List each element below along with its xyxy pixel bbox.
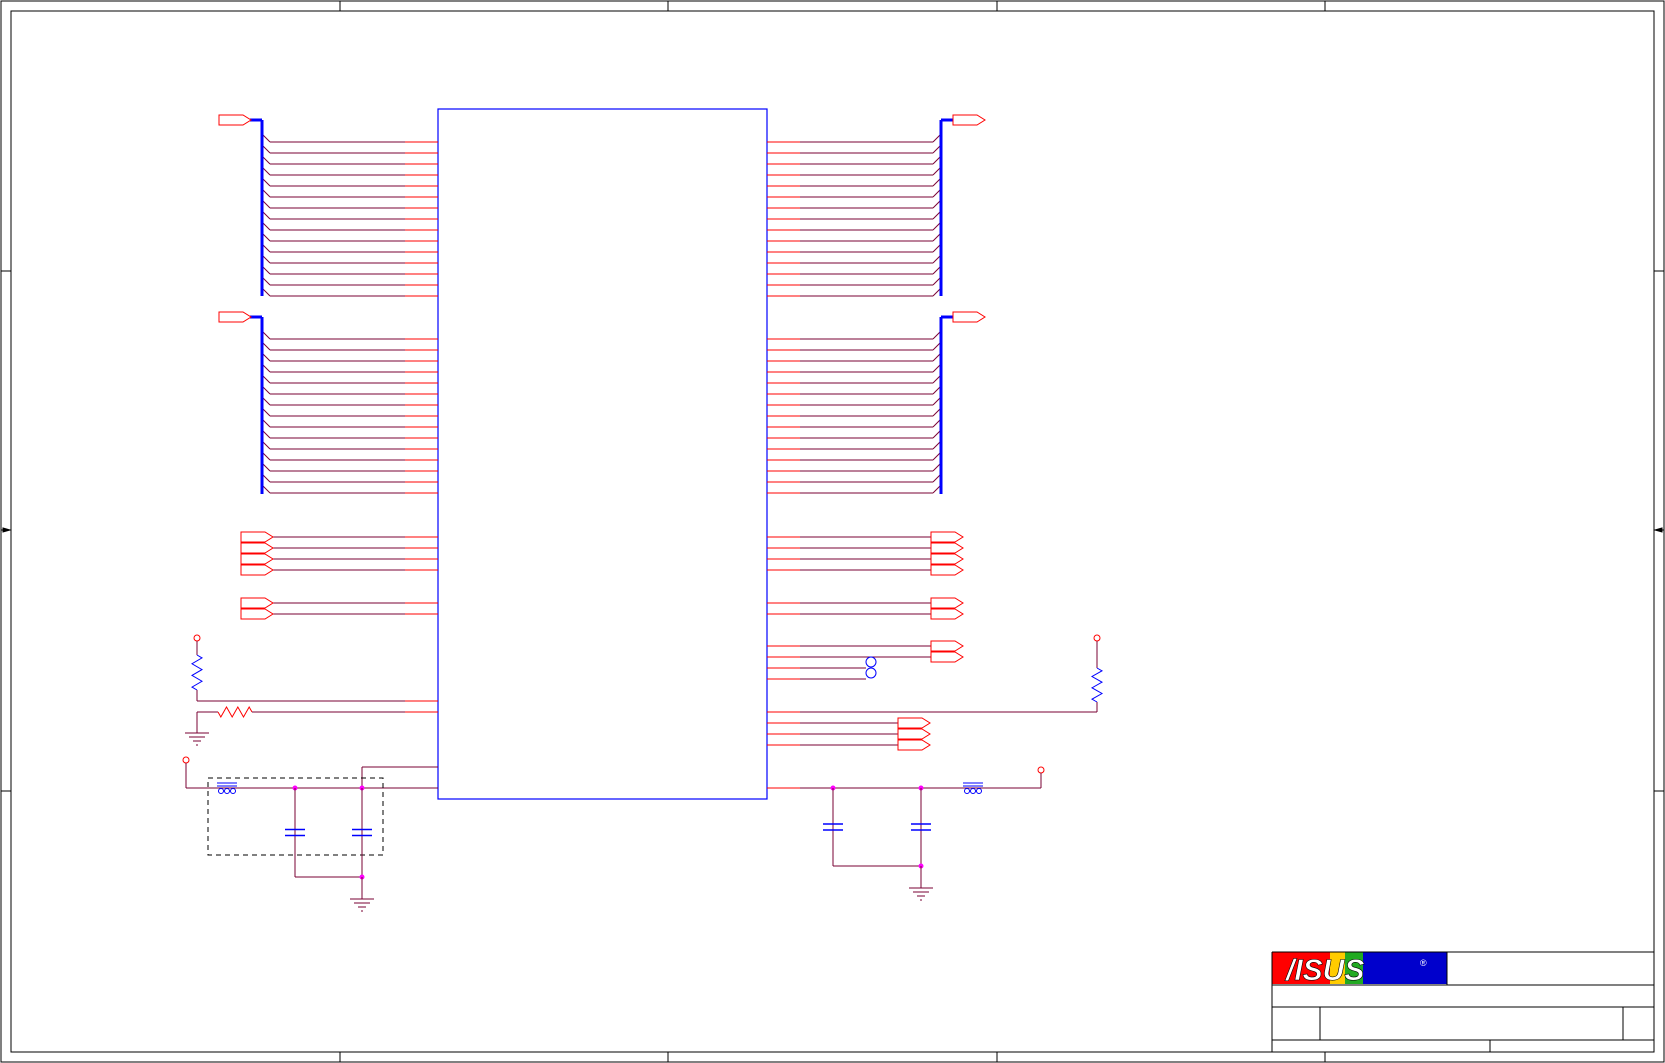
offpage-connector-icon (218, 114, 252, 126)
passive-components (182, 634, 1104, 912)
power-pin-icon (1093, 634, 1101, 642)
offpage-connector-icon (240, 553, 274, 565)
power-pin-icon (182, 756, 190, 764)
offpage-connector-icon (240, 531, 274, 543)
ic-body (437, 108, 768, 800)
ferrite-bead-icon (976, 788, 982, 794)
offpage-connector-icon (930, 564, 964, 576)
arrow-right-icon (1653, 527, 1663, 533)
offpage-connector-icon (240, 542, 274, 554)
test-point-icon (865, 667, 877, 679)
offpage-ports (218, 114, 986, 751)
offpage-connector-icon (930, 553, 964, 565)
offpage-connector-icon (897, 728, 931, 740)
offpage-connector-icon (218, 311, 252, 323)
offpage-connector-icon (240, 564, 274, 576)
resistor-icon (217, 705, 253, 719)
registered-mark: ® (1420, 958, 1427, 968)
title-block: /ISUS ® (1271, 951, 1654, 1052)
offpage-connector-icon (952, 311, 986, 323)
offpage-connector-icon (930, 531, 964, 543)
offpage-connector-icon (930, 651, 964, 663)
offpage-connector-icon (952, 114, 986, 126)
offpage-connector-icon (930, 597, 964, 609)
ic-chip (437, 108, 768, 800)
resistor-icon (1090, 667, 1104, 703)
test-point-icon (865, 656, 877, 668)
asus-logo-icon: /ISUS ® (1272, 952, 1447, 987)
offpage-connector-icon (930, 640, 964, 652)
ferrite-bead-icon (218, 788, 224, 794)
resistor-icon (191, 654, 203, 691)
offpage-connector-icon (930, 542, 964, 554)
ferrite-bead-icon (964, 788, 970, 794)
ferrite-bead-icon (970, 788, 976, 794)
signal-nets (261, 133, 942, 746)
schematic-sheet: /ISUS ® (0, 0, 1665, 1063)
offpage-connector-icon (240, 597, 274, 609)
logo-text: /ISUS (1284, 954, 1364, 987)
offpage-connector-icon (240, 608, 274, 620)
ferrite-bead-icon (224, 788, 230, 794)
offpage-connector-icon (897, 717, 931, 729)
offpage-connector-icon (897, 739, 931, 751)
ferrite-bead-icon (230, 788, 236, 794)
power-pin-icon (193, 634, 201, 642)
arrow-left-icon (2, 527, 12, 533)
power-pin-icon (1037, 766, 1045, 774)
offpage-connector-icon (930, 608, 964, 620)
